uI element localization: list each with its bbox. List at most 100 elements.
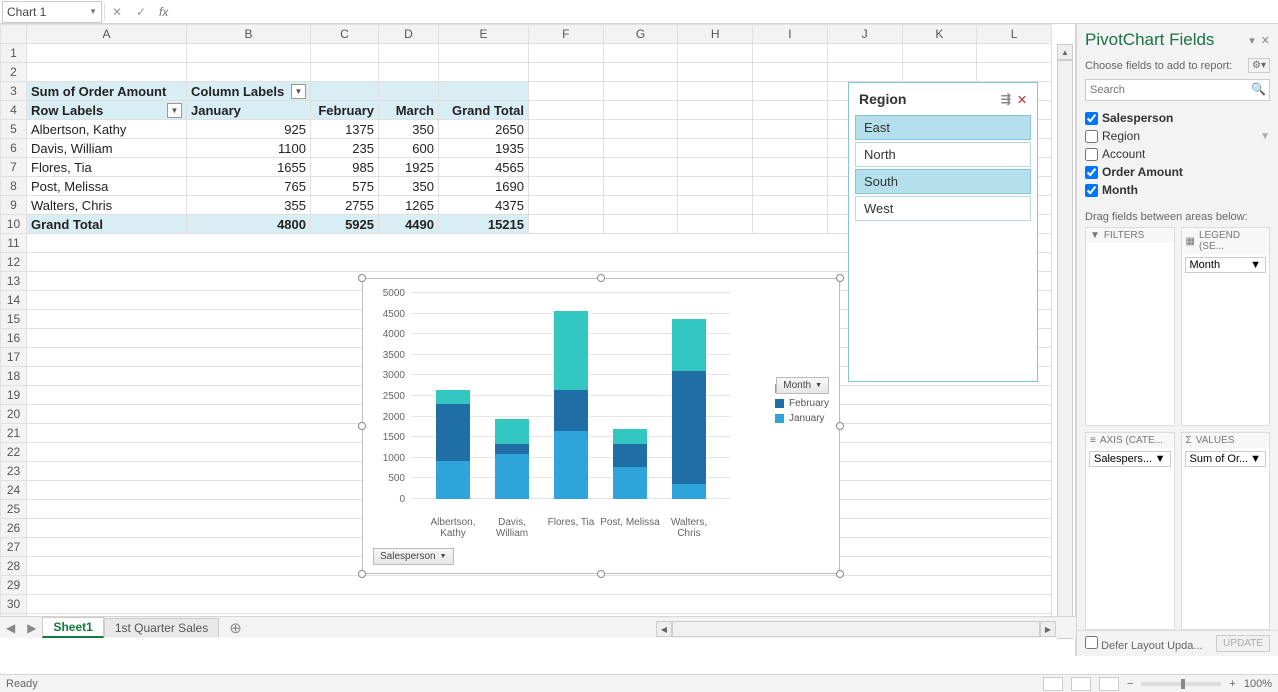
sheet-tab[interactable]: 1st Quarter Sales xyxy=(104,618,219,637)
area-chip[interactable]: Sum of Or...▼ xyxy=(1185,451,1267,467)
pivot-cell[interactable]: 1375 xyxy=(311,120,379,139)
row-header[interactable]: 12 xyxy=(1,253,27,272)
row-header[interactable]: 1 xyxy=(1,44,27,63)
row-header[interactable]: 15 xyxy=(1,310,27,329)
row-header[interactable]: 10 xyxy=(1,215,27,234)
col-header[interactable]: B xyxy=(187,25,311,44)
cancel-formula-button[interactable]: ✕ xyxy=(105,5,129,19)
bar-segment[interactable] xyxy=(613,429,647,443)
chart-plot-area[interactable]: 0500100015002000250030003500400045005000… xyxy=(411,293,731,499)
update-button[interactable]: UPDATE xyxy=(1216,635,1270,652)
page-layout-view-button[interactable] xyxy=(1071,677,1091,691)
pivot-cell[interactable]: 350 xyxy=(379,120,439,139)
pivot-cell[interactable]: 985 xyxy=(311,158,379,177)
field-checkbox[interactable] xyxy=(1085,130,1098,143)
bar-segment[interactable] xyxy=(672,371,706,485)
row-header[interactable]: 14 xyxy=(1,291,27,310)
scroll-right-icon[interactable]: ▶ xyxy=(1040,621,1056,637)
scrollbar-track[interactable] xyxy=(1057,60,1073,623)
row-header[interactable]: 23 xyxy=(1,462,27,481)
pivot-cell[interactable]: 600 xyxy=(379,139,439,158)
row-header[interactable]: 29 xyxy=(1,576,27,595)
pivot-grand-label[interactable]: Grand Total xyxy=(27,215,187,234)
row-header[interactable]: 8 xyxy=(1,177,27,196)
bar-segment[interactable] xyxy=(554,390,588,431)
field-search-input[interactable] xyxy=(1085,79,1270,101)
col-header[interactable]: A xyxy=(27,25,187,44)
formula-input[interactable] xyxy=(174,1,1278,23)
field-list-item[interactable]: Order Amount xyxy=(1085,163,1270,181)
stacked-bar[interactable] xyxy=(613,429,647,499)
row-header[interactable]: 5 xyxy=(1,120,27,139)
pivot-cell[interactable]: 4375 xyxy=(439,196,529,215)
bar-segment[interactable] xyxy=(613,467,647,499)
zoom-out-button[interactable]: − xyxy=(1127,678,1133,690)
row-header[interactable]: 30 xyxy=(1,595,27,614)
region-slicer[interactable]: Region ⇶ ⨯ EastNorthSouthWest xyxy=(848,82,1038,382)
pivot-chart[interactable]: 0500100015002000250030003500400045005000… xyxy=(362,278,840,574)
row-labels-filter-icon[interactable]: ▼ xyxy=(167,103,182,118)
field-checkbox[interactable] xyxy=(1085,112,1098,125)
field-list-item[interactable]: Region▼ xyxy=(1085,127,1270,145)
bar-segment[interactable] xyxy=(436,404,470,461)
field-list-item[interactable]: Salesperson xyxy=(1085,109,1270,127)
stacked-bar[interactable] xyxy=(554,311,588,499)
filters-area[interactable]: ▼FILTERS xyxy=(1085,227,1175,426)
pivot-grand[interactable]: 15215 xyxy=(439,215,529,234)
normal-view-button[interactable] xyxy=(1043,677,1063,691)
area-chip[interactable]: Salespers...▼ xyxy=(1089,451,1171,467)
pivot-col-labels[interactable]: Column Labels▼ xyxy=(187,82,311,101)
zoom-level[interactable]: 100% xyxy=(1244,678,1272,690)
pivot-cell[interactable]: 1265 xyxy=(379,196,439,215)
pivot-cell[interactable]: 350 xyxy=(379,177,439,196)
chart-legend-field-button[interactable]: Month▼ xyxy=(776,377,829,394)
pivot-row-name[interactable]: Flores, Tia xyxy=(27,158,187,177)
field-checkbox[interactable] xyxy=(1085,166,1098,179)
row-header[interactable]: 11 xyxy=(1,234,27,253)
row-header[interactable]: 20 xyxy=(1,405,27,424)
row-header[interactable]: 18 xyxy=(1,367,27,386)
row-header[interactable]: 24 xyxy=(1,481,27,500)
row-header[interactable]: 3 xyxy=(1,82,27,101)
scroll-left-icon[interactable]: ◀ xyxy=(656,621,672,637)
pivot-cell[interactable]: 2650 xyxy=(439,120,529,139)
pivot-grand[interactable]: 4800 xyxy=(187,215,311,234)
field-checkbox[interactable] xyxy=(1085,184,1098,197)
row-header[interactable]: 28 xyxy=(1,557,27,576)
col-header[interactable]: L xyxy=(977,25,1052,44)
pivot-grand[interactable]: 5925 xyxy=(311,215,379,234)
scroll-up-icon[interactable]: ▲ xyxy=(1057,44,1073,60)
stacked-bar[interactable] xyxy=(672,319,706,499)
pivot-corner[interactable]: Sum of Order Amount xyxy=(27,82,187,101)
bar-segment[interactable] xyxy=(495,419,529,444)
col-header[interactable]: I xyxy=(753,25,828,44)
stacked-bar[interactable] xyxy=(436,390,470,499)
name-box[interactable]: Chart 1 ▼ xyxy=(2,1,102,23)
bar-segment[interactable] xyxy=(554,311,588,390)
panel-dropdown-icon[interactable]: ▾ xyxy=(1249,34,1255,47)
col-header[interactable]: G xyxy=(603,25,678,44)
pivot-month-header[interactable]: January xyxy=(187,101,311,120)
row-header[interactable]: 13 xyxy=(1,272,27,291)
pivot-cell[interactable]: 235 xyxy=(311,139,379,158)
row-header[interactable]: 17 xyxy=(1,348,27,367)
pivot-cell[interactable]: 1100 xyxy=(187,139,311,158)
col-header[interactable]: E xyxy=(439,25,529,44)
col-header[interactable]: J xyxy=(827,25,902,44)
scrollbar-track[interactable] xyxy=(672,621,1040,637)
slicer-item[interactable]: East xyxy=(855,115,1031,140)
row-header[interactable]: 4 xyxy=(1,101,27,120)
col-header[interactable]: K xyxy=(902,25,977,44)
field-list-item[interactable]: Account xyxy=(1085,145,1270,163)
row-header[interactable]: 22 xyxy=(1,443,27,462)
tab-nav-next-icon[interactable]: ▶ xyxy=(21,621,42,635)
axis-area[interactable]: ≡AXIS (CATE... Salespers...▼ xyxy=(1085,432,1175,631)
bar-segment[interactable] xyxy=(613,444,647,468)
row-header[interactable]: 21 xyxy=(1,424,27,443)
pivot-row-name[interactable]: Walters, Chris xyxy=(27,196,187,215)
tab-nav-prev-icon[interactable]: ◀ xyxy=(0,621,21,635)
defer-layout-checkbox[interactable]: Defer Layout Upda... xyxy=(1085,636,1203,652)
pivot-row-name[interactable]: Post, Melissa xyxy=(27,177,187,196)
slicer-item[interactable]: North xyxy=(855,142,1031,167)
pivot-row-name[interactable]: Albertson, Kathy xyxy=(27,120,187,139)
